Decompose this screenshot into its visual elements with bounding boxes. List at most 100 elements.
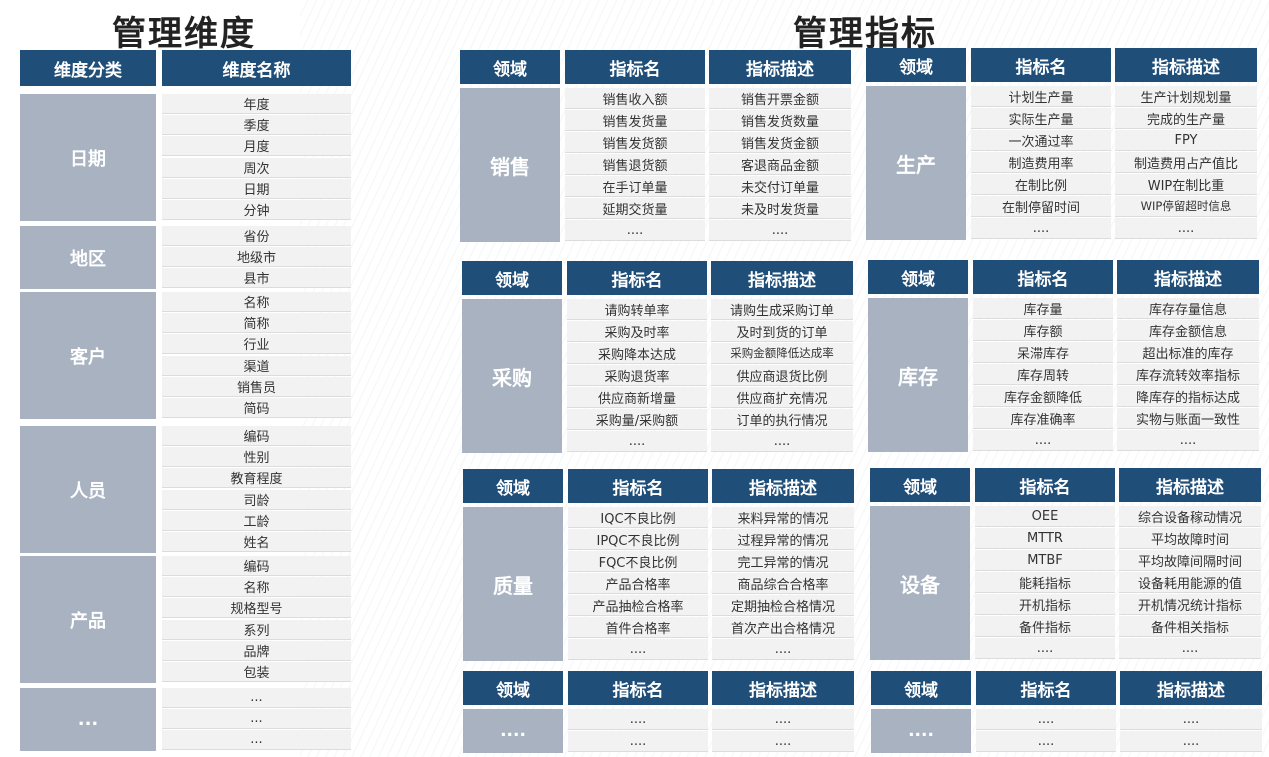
dimension-item: 销售员	[162, 376, 351, 397]
indicator-name: 库存量	[973, 298, 1113, 319]
indicator-name-header: 指标名	[568, 671, 708, 705]
indicator-name: 库存额	[973, 320, 1113, 341]
indicator-desc: ....	[712, 731, 854, 752]
dimension-item: 简码	[162, 397, 351, 418]
dimension-item: 日期	[162, 178, 351, 199]
domain-label: 采购	[462, 299, 562, 453]
dimension-item: 编码	[162, 556, 351, 577]
domain-header: 领域	[463, 671, 563, 705]
indicator-name: 采购量/采购额	[567, 409, 707, 430]
indicator-desc-header: 指标描述	[709, 50, 851, 84]
domain-header: 领域	[868, 260, 968, 294]
indicator-desc: 平均故障时间	[1119, 528, 1261, 549]
dimension-item: 月度	[162, 136, 351, 157]
indicator-desc: 销售发货数量	[709, 110, 851, 131]
indicator-desc: ....	[711, 431, 853, 452]
indicator-desc: FPY	[1115, 130, 1257, 151]
indicator-name: 在制比例	[971, 174, 1111, 195]
indicator-name: 库存金额降低	[973, 386, 1113, 407]
indicator-name-header: 指标名	[567, 261, 707, 295]
indicator-desc: ....	[712, 639, 854, 660]
domain-label: ....	[871, 709, 971, 753]
dimension-category: ...	[20, 688, 156, 751]
indicator-name: 采购退货率	[567, 365, 707, 386]
dimension-item: 名称	[162, 292, 351, 313]
indicator-desc-header: 指标描述	[712, 469, 854, 503]
indicator-name: 库存周转	[973, 364, 1113, 385]
indicator-name: 延期交货量	[565, 198, 705, 219]
indicator-desc: 来料异常的情况	[712, 507, 854, 528]
dimension-category-header: 维度分类	[20, 50, 156, 86]
dimension-title: 管理维度	[112, 14, 256, 54]
indicator-name-header: 指标名	[568, 469, 708, 503]
dimension-item: 分钟	[162, 199, 351, 220]
indicator-desc: ....	[1119, 638, 1261, 659]
indicator-name: 采购及时率	[567, 321, 707, 342]
indicator-name: 制造费用率	[971, 152, 1111, 173]
indicator-name: 实际生产量	[971, 108, 1111, 129]
indicator-desc: ....	[1120, 731, 1262, 752]
dimension-item: 县市	[162, 268, 351, 288]
domain-header: 领域	[870, 468, 970, 502]
indicator-desc: 供应商退货比例	[711, 365, 853, 386]
indicator-name: 能耗指标	[975, 572, 1115, 593]
dimension-item: 编码	[162, 426, 351, 447]
dimension-item: 省份	[162, 226, 351, 246]
indicator-desc: 定期抽检合格情况	[712, 595, 854, 616]
domain-label: 库存	[868, 298, 968, 452]
dimension-category: 产品	[20, 556, 156, 683]
indicator-desc: ....	[1115, 218, 1257, 239]
dimension-item: 品牌	[162, 640, 351, 661]
domain-label: 生产	[866, 86, 966, 240]
indicator-name: 呆滞库存	[973, 342, 1113, 363]
indicator-desc-header: 指标描述	[711, 261, 853, 295]
indicator-name: IPQC不良比例	[568, 529, 708, 550]
indicator-name: OEE	[975, 506, 1115, 527]
indicator-desc: 订单的执行情况	[711, 409, 853, 430]
indicator-name: ....	[567, 431, 707, 452]
indicator-desc: 备件相关指标	[1119, 616, 1261, 637]
indicator-desc: ....	[709, 220, 851, 241]
indicator-desc: 库存流转效率指标	[1117, 364, 1259, 385]
indicator-name: 开机指标	[975, 594, 1115, 615]
dimension-item: ...	[162, 730, 351, 750]
indicator-desc-header: 指标描述	[1115, 48, 1257, 82]
indicator-desc: 商品综合合格率	[712, 573, 854, 594]
indicator-desc: 未交付订单量	[709, 176, 851, 197]
dimension-category: 人员	[20, 426, 156, 553]
indicator-desc-header: 指标描述	[1120, 671, 1262, 705]
indicator-name: FQC不良比例	[568, 551, 708, 572]
dimension-item: ...	[162, 709, 351, 729]
domain-label: 设备	[870, 506, 970, 660]
indicator-name: ....	[568, 731, 708, 752]
indicator-desc: WIP停留超时信息	[1115, 196, 1257, 217]
indicator-name: IQC不良比例	[568, 507, 708, 528]
dimension-item: 司龄	[162, 489, 351, 510]
indicator-name: 供应商新增量	[567, 387, 707, 408]
indicator-name: ....	[975, 638, 1115, 659]
domain-header: 领域	[462, 261, 562, 295]
indicator-name-header: 指标名	[975, 468, 1115, 502]
dimension-category: 地区	[20, 226, 156, 289]
indicator-desc: 制造费用占产值比	[1115, 152, 1257, 173]
indicator-desc-header: 指标描述	[712, 671, 854, 705]
indicator-desc: 完工异常的情况	[712, 551, 854, 572]
indicator-name: 在手订单量	[565, 176, 705, 197]
dimension-category: 日期	[20, 94, 156, 221]
indicator-name: 计划生产量	[971, 86, 1111, 107]
dimension-item: 周次	[162, 157, 351, 178]
indicator-desc: 设备耗用能源的值	[1119, 572, 1261, 593]
indicator-desc: 销售开票金额	[709, 88, 851, 109]
indicator-desc: ....	[1120, 709, 1262, 730]
dimension-name-header: 维度名称	[162, 50, 351, 86]
indicator-name: ....	[971, 218, 1111, 239]
indicator-desc: 平均故障间隔时间	[1119, 550, 1261, 571]
domain-header: 领域	[460, 50, 560, 84]
indicator-desc: 库存存量信息	[1117, 298, 1259, 319]
dimension-item: 工龄	[162, 510, 351, 531]
indicator-name: MTTR	[975, 528, 1115, 549]
indicator-desc: 及时到货的订单	[711, 321, 853, 342]
indicator-name-header: 指标名	[976, 671, 1116, 705]
dimension-item: 年度	[162, 94, 351, 115]
indicator-name: 请购转单率	[567, 299, 707, 320]
